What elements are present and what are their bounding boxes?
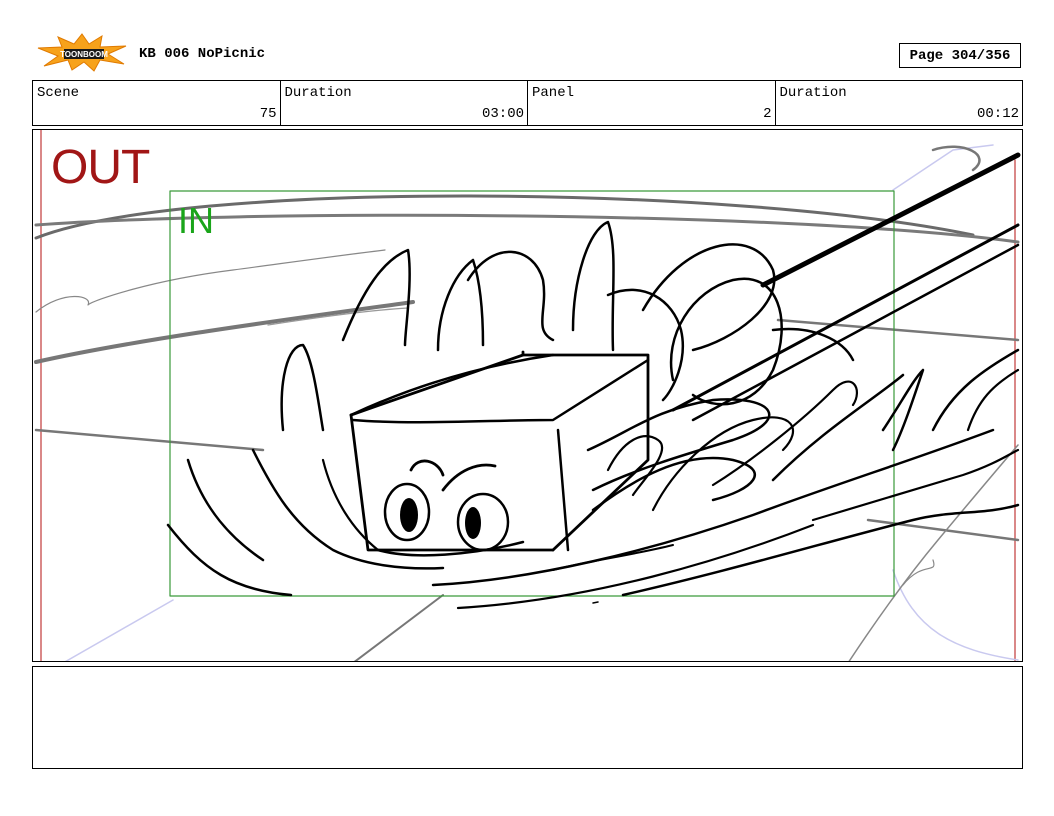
panel-duration-label: Duration: [779, 85, 847, 101]
scene-duration-cell: Duration 03:00: [281, 81, 528, 125]
panel-duration-value: 00:12: [976, 106, 1019, 122]
panel-info-row: Scene 75 Duration 03:00 Panel 2 Duration…: [32, 80, 1023, 126]
logo-text: TOONBOOM: [60, 50, 108, 59]
scene-duration-value: 03:00: [481, 106, 524, 122]
in-frame-label: IN: [178, 200, 214, 241]
page-indicator: Page 304/356: [899, 43, 1021, 68]
panel-label: Panel: [532, 85, 575, 101]
scene-value: 75: [259, 106, 277, 122]
toonboom-logo: TOONBOOM: [37, 33, 127, 72]
document-title: KB 006 NoPicnic: [139, 46, 266, 62]
panel-duration-cell: Duration 00:12: [776, 81, 1023, 125]
panel-value: 2: [763, 106, 772, 122]
scene-duration-label: Duration: [284, 85, 352, 101]
out-frame-label: OUT: [51, 141, 150, 194]
scene-label: Scene: [37, 85, 80, 101]
scene-cell: Scene 75: [33, 81, 281, 125]
panel-notes-box[interactable]: [32, 666, 1023, 769]
storyboard-panel: OUT IN: [32, 129, 1023, 662]
panel-cell: Panel 2: [528, 81, 776, 125]
